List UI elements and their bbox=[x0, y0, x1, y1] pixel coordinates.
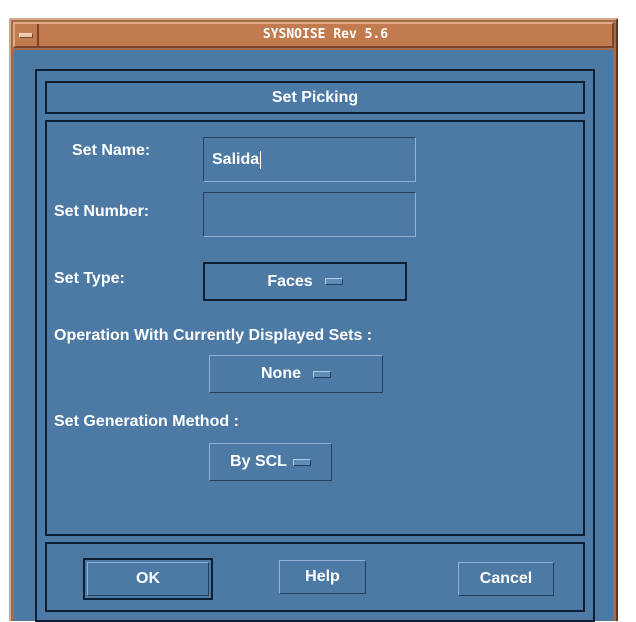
dialog-header: Set Picking bbox=[45, 81, 585, 114]
operation-value: None bbox=[261, 365, 301, 382]
window-menu-button[interactable] bbox=[15, 24, 39, 46]
button-bar: OK Help Cancel bbox=[45, 542, 585, 612]
generation-value: By SCL bbox=[230, 453, 287, 470]
cancel-button[interactable]: Cancel bbox=[458, 562, 554, 596]
set-type-option-menu[interactable]: Faces bbox=[203, 262, 407, 301]
set-type-value: Faces bbox=[267, 272, 313, 290]
window-menu-icon bbox=[19, 32, 33, 38]
set-name-input[interactable]: Salida bbox=[203, 137, 416, 182]
operation-label: Operation With Currently Displayed Sets … bbox=[54, 327, 373, 344]
app-window: SYSNOISE Rev 5.6 Set Picking Set Name: S… bbox=[9, 18, 618, 622]
option-menu-icon bbox=[292, 458, 311, 466]
set-type-label: Set Type: bbox=[54, 270, 125, 287]
set-name-value: Salida bbox=[212, 150, 260, 168]
option-menu-icon bbox=[313, 370, 331, 378]
option-menu-icon bbox=[324, 278, 343, 285]
set-number-input[interactable] bbox=[203, 192, 416, 237]
operation-option-menu[interactable]: None bbox=[209, 355, 383, 393]
ok-button[interactable]: OK bbox=[83, 558, 213, 600]
form-panel: Set Name: Salida Set Number: Set Type: F… bbox=[45, 120, 585, 536]
set-number-label: Set Number: bbox=[54, 203, 150, 220]
dialog-frame: Set Picking Set Name: Salida Set Number:… bbox=[35, 69, 595, 622]
title-bar[interactable]: SYSNOISE Rev 5.6 bbox=[13, 22, 614, 48]
generation-option-menu[interactable]: By SCL bbox=[209, 443, 332, 481]
set-name-label: Set Name: bbox=[72, 142, 151, 159]
dialog-title: Set Picking bbox=[271, 89, 359, 106]
dialog-client: Set Picking Set Name: Salida Set Number:… bbox=[14, 50, 613, 622]
window-title: SYSNOISE Rev 5.6 bbox=[262, 27, 389, 42]
text-cursor-icon bbox=[260, 150, 262, 169]
generation-label: Set Generation Method : bbox=[54, 413, 239, 430]
help-button[interactable]: Help bbox=[279, 560, 366, 594]
